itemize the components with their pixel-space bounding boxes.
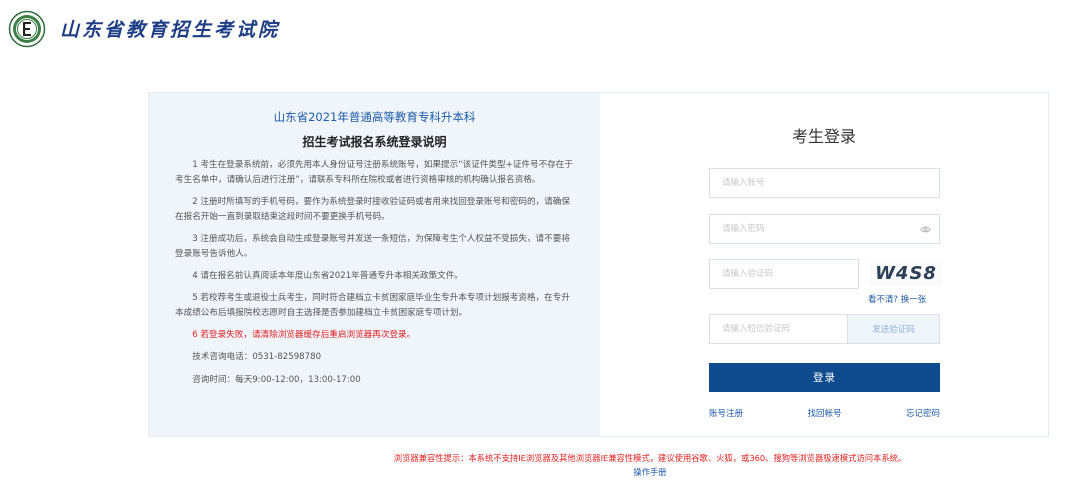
captcha-refresh: 看不清? 换一张 [868, 293, 926, 305]
support-phone: 技术咨询电话：0531-82598780 [192, 352, 322, 362]
recover-account-link[interactable]: 找回帐号 [807, 407, 841, 419]
login-failure-warning: 6 若登录失败，请清除浏览器缓存后重启浏览器再次登录。 [192, 330, 416, 340]
sms-code-input[interactable] [710, 315, 850, 343]
notice-subtitle: 招生考试报名系统登录说明 [302, 135, 447, 149]
password-field [709, 214, 940, 244]
footer: 浏览器兼容性提示：本系统不支持IE浏览器及其他浏览器IE兼容性模式，建议使用谷歌… [0, 452, 1080, 478]
login-title: 考生登录 [791, 127, 856, 146]
send-sms-code-button[interactable]: 发送验证码 [847, 315, 939, 343]
site-title: 山东省教育招生考试院 [60, 19, 281, 41]
password-input[interactable] [710, 215, 939, 243]
institute-logo [8, 10, 46, 48]
notice-item: 2 注册时所填写的手机号码，要作为系统登录时接收验证码或者用来找回登录账号和密码… [175, 197, 570, 222]
login-card: 山东省2021年普通高等教育专科升本科 招生考试报名系统登录说明 1 考生在登录… [148, 92, 1049, 437]
register-link[interactable]: 账号注册 [709, 407, 743, 419]
notice-item: 4 请在报名前认真阅读本年度山东省2021年普通专升本相关政策文件。 [192, 271, 463, 281]
header: 山东省教育招生考试院 [0, 0, 1080, 60]
captcha-image[interactable]: W4S8 [870, 261, 942, 286]
user-manual-link[interactable]: 操作手册 [0, 466, 1080, 478]
captcha-field [709, 259, 859, 289]
account-input[interactable] [710, 169, 939, 197]
forgot-password-link[interactable]: 忘记密码 [906, 407, 940, 419]
login-links: 账号注册 找回帐号 忘记密码 [709, 407, 940, 419]
eye-icon[interactable] [920, 224, 931, 235]
support-hours: 咨询时间：每天9:00-12:00，13:00-17:00 [192, 375, 361, 385]
captcha-refresh-link[interactable]: 换一张 [901, 295, 927, 305]
browser-compatibility-tip: 浏览器兼容性提示：本系统不支持IE浏览器及其他浏览器IE兼容性模式，建议使用谷歌… [393, 453, 907, 463]
notice-item: 5 若校荐考生或退役士兵考生，同时符合建档立卡贫困家庭毕业生专升本专项计划报考资… [175, 293, 570, 318]
login-instructions-panel: 山东省2021年普通高等教育专科升本科 招生考试报名系统登录说明 1 考生在登录… [149, 93, 600, 436]
captcha-input[interactable] [710, 260, 858, 288]
captcha-refresh-prefix: 看不清? [868, 295, 899, 305]
sms-code-field: 发送验证码 [709, 314, 940, 344]
notice-item: 1 考生在登录系统前，必须先用本人身份证号注册系统账号，如果提示“该证件类型+证… [175, 160, 573, 185]
login-form: 考生登录 W4S8 看不清? 换一张 发送验证码 登录 账号注册 找回帐号 [600, 93, 1048, 436]
notice-item: 3 注册成功后，系统会自动生成登录账号并发送一条短信，为保障考生个人权益不受损失… [175, 234, 570, 259]
login-button[interactable]: 登录 [709, 363, 940, 392]
notice-title: 山东省2021年普通高等教育专科升本科 [273, 110, 476, 124]
account-field [709, 168, 940, 198]
